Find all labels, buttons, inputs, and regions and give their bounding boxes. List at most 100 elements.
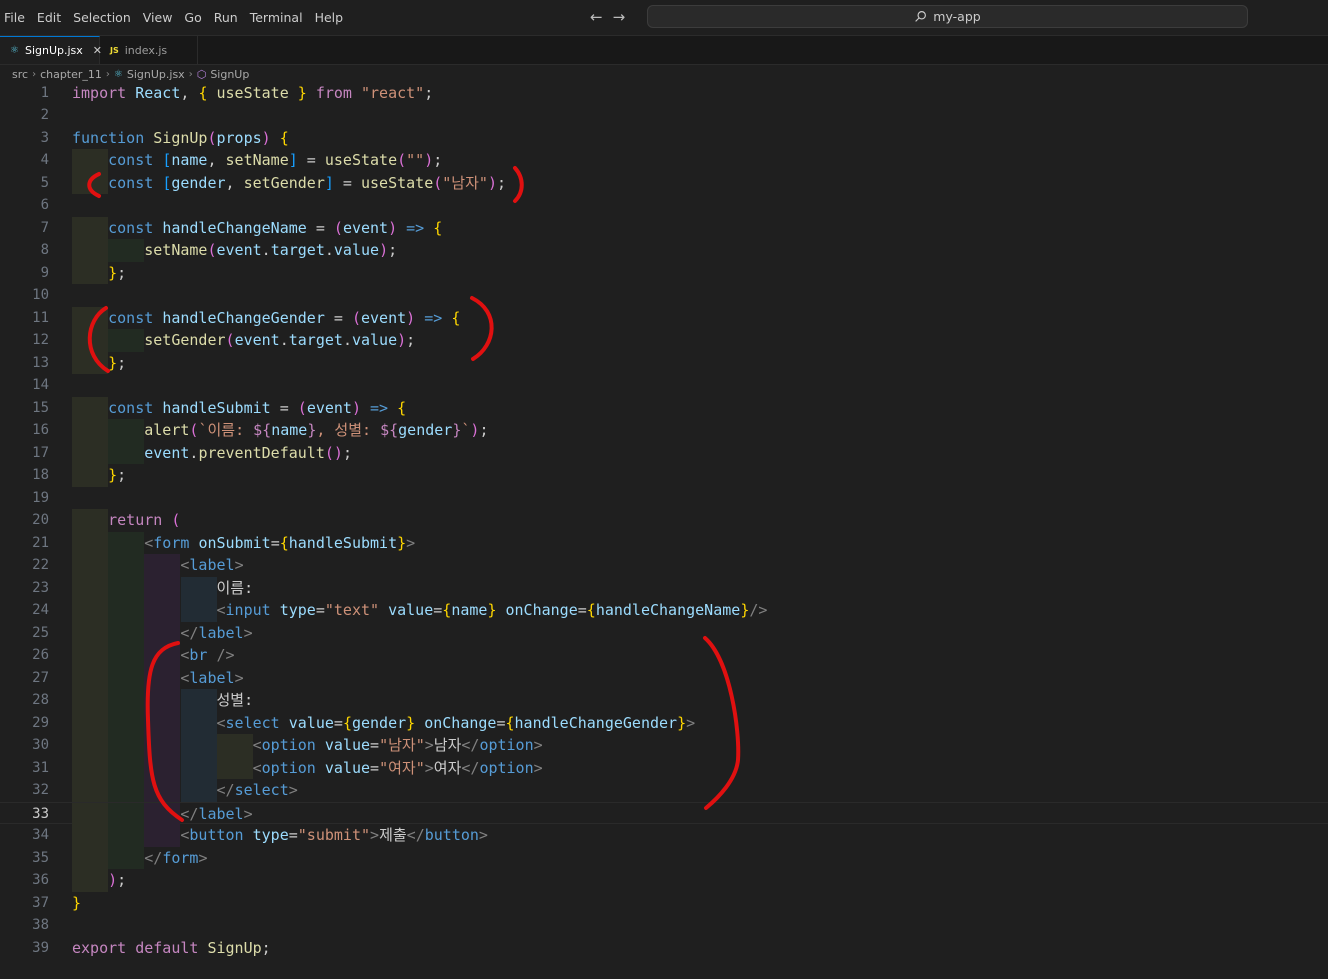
code-line[interactable]: 3 function SignUp(props) { bbox=[0, 127, 1328, 150]
code-text: 이름: bbox=[72, 578, 254, 597]
menu-go[interactable]: Go bbox=[180, 0, 209, 35]
code-line[interactable]: 12 setGender(event.target.value); bbox=[0, 329, 1328, 352]
line-number: 38 bbox=[32, 917, 49, 933]
code-text: const [gender, setGender] = useState("남자… bbox=[108, 173, 507, 192]
breadcrumb-item[interactable]: src bbox=[12, 68, 28, 81]
code-line[interactable]: 6 bbox=[0, 194, 1328, 217]
code-line[interactable]: 21 <form onSubmit={handleSubmit}> bbox=[0, 531, 1328, 554]
menu-view[interactable]: View bbox=[139, 0, 181, 35]
code-line[interactable]: 15 const handleSubmit = (event) => { bbox=[0, 396, 1328, 419]
tab-index-js[interactable]: JS index.js bbox=[100, 36, 198, 64]
title-bar: File Edit Selection View Go Run Terminal… bbox=[0, 0, 1328, 36]
code-line[interactable]: 16 alert(`이름: ${name}, 성별: ${gender}`); bbox=[0, 419, 1328, 442]
code-line[interactable]: 24 <input type="text" value={name} onCha… bbox=[0, 599, 1328, 622]
code-line[interactable]: 17 event.preventDefault(); bbox=[0, 441, 1328, 464]
back-arrow-icon[interactable]: ← bbox=[590, 8, 603, 26]
code-line[interactable]: 1 import React, { useState } from "react"… bbox=[0, 82, 1328, 105]
code-line[interactable]: 9 }; bbox=[0, 261, 1328, 284]
line-number: 33 bbox=[32, 805, 49, 822]
menu-bar: File Edit Selection View Go Run Terminal… bbox=[0, 0, 351, 35]
code-text: <option value="여자">여자</option> bbox=[252, 758, 543, 777]
code-line[interactable]: 22 <label> bbox=[0, 554, 1328, 577]
line-number: 31 bbox=[32, 759, 49, 776]
line-number: 21 bbox=[32, 534, 49, 551]
line-number: 5 bbox=[40, 174, 49, 191]
code-text: setName(event.target.value); bbox=[144, 241, 398, 259]
code-line[interactable]: 13 }; bbox=[0, 351, 1328, 374]
code-line[interactable]: 18 }; bbox=[0, 464, 1328, 487]
code-text: <input type="text" value={name} onChange… bbox=[216, 601, 768, 619]
line-number: 22 bbox=[32, 557, 49, 573]
line-number: 14 bbox=[32, 377, 49, 393]
code-line[interactable]: 37} bbox=[0, 892, 1328, 915]
menu-terminal[interactable]: Terminal bbox=[246, 0, 311, 35]
code-line[interactable]: 8 setName(event.target.value); bbox=[0, 239, 1328, 262]
line-number: 16 bbox=[32, 422, 49, 438]
menu-run[interactable]: Run bbox=[210, 0, 246, 35]
line-number: 25 bbox=[32, 624, 49, 641]
code-line[interactable]: 10 bbox=[0, 284, 1328, 307]
code-line[interactable]: 36 ); bbox=[0, 869, 1328, 892]
code-line[interactable]: 5 const [gender, setGender] = useState("… bbox=[0, 171, 1328, 194]
code-line[interactable]: 2 bbox=[0, 104, 1328, 127]
code-line[interactable]: 39 export default SignUp; bbox=[0, 937, 1328, 960]
line-number: 32 bbox=[32, 782, 49, 798]
code-line[interactable]: 4 const [name, setName] = useState(""); bbox=[0, 149, 1328, 172]
menu-selection[interactable]: Selection bbox=[69, 0, 139, 35]
code-line[interactable]: 27 <label> bbox=[0, 666, 1328, 689]
breadcrumb-item[interactable]: SignUp.jsx bbox=[127, 68, 185, 81]
code-text: <form onSubmit={handleSubmit}> bbox=[144, 533, 416, 552]
code-text: return ( bbox=[108, 511, 181, 529]
breadcrumb-item[interactable]: SignUp bbox=[210, 68, 249, 81]
command-center-search[interactable]: my-app bbox=[647, 5, 1248, 28]
code-line[interactable]: 26 <br /> bbox=[0, 644, 1328, 667]
tab-signup-jsx[interactable]: ⚛ SignUp.jsx ✕ bbox=[0, 36, 102, 64]
code-line[interactable]: 31 <option value="여자">여자</option> bbox=[0, 756, 1328, 779]
code-line[interactable]: 11 const handleChangeGender = (event) =>… bbox=[0, 306, 1328, 329]
forward-arrow-icon[interactable]: → bbox=[613, 8, 626, 26]
line-number: 9 bbox=[40, 264, 49, 281]
code-editor[interactable]: 1 import React, { useState } from "react"… bbox=[0, 81, 1328, 979]
code-line[interactable]: 32 </select> bbox=[0, 779, 1328, 802]
code-text: }; bbox=[108, 353, 127, 372]
code-text: <label> bbox=[180, 556, 244, 574]
line-number: 18 bbox=[32, 467, 49, 483]
code-line[interactable]: 14 bbox=[0, 374, 1328, 397]
code-line[interactable]: 25 </label> bbox=[0, 621, 1328, 644]
code-text: 성별: bbox=[72, 691, 254, 709]
line-number: 6 bbox=[40, 197, 49, 213]
react-icon: ⚛ bbox=[113, 68, 123, 80]
breadcrumb: src › chapter_11 › ⚛ SignUp.jsx › ⬡ Sign… bbox=[12, 66, 249, 82]
code-text: const handleChangeName = (event) => { bbox=[108, 218, 443, 237]
symbol-component-icon: ⬡ bbox=[196, 67, 207, 81]
code-line[interactable]: 23 이름: bbox=[0, 576, 1328, 599]
menu-file[interactable]: File bbox=[0, 0, 33, 35]
code-line[interactable]: 38 bbox=[0, 914, 1328, 937]
chevron-right-icon: › bbox=[32, 68, 37, 80]
code-line[interactable]: 30 <option value="남자">남자</option> bbox=[0, 734, 1328, 757]
code-line[interactable]: 35 </form> bbox=[0, 846, 1328, 869]
search-icon bbox=[915, 11, 927, 22]
chevron-right-icon: › bbox=[105, 68, 110, 80]
code-text: } bbox=[72, 893, 82, 912]
code-line[interactable]: 19 bbox=[0, 487, 1328, 510]
line-number: 36 bbox=[32, 872, 49, 888]
menu-edit[interactable]: Edit bbox=[33, 0, 69, 35]
breadcrumb-item[interactable]: chapter_11 bbox=[40, 68, 102, 81]
code-line[interactable]: 7 const handleChangeName = (event) => { bbox=[0, 216, 1328, 239]
menu-help[interactable]: Help bbox=[311, 0, 352, 35]
line-number: 12 bbox=[32, 332, 49, 348]
line-number: 15 bbox=[32, 399, 49, 416]
tab-label: index.js bbox=[124, 43, 168, 57]
code-line[interactable]: 20 return ( bbox=[0, 509, 1328, 532]
code-line[interactable]: 28 성별: bbox=[0, 689, 1328, 712]
code-line[interactable]: 34 <button type="submit">제출</button> bbox=[0, 824, 1328, 847]
line-number: 8 bbox=[40, 242, 49, 258]
code-line[interactable]: 29 <select value={gender} onChange={hand… bbox=[0, 711, 1328, 734]
line-number: 7 bbox=[40, 219, 49, 236]
line-number: 27 bbox=[32, 669, 49, 686]
line-number: 24 bbox=[32, 602, 49, 618]
code-text: <button type="submit">제출</button> bbox=[180, 826, 488, 844]
code-text: setGender(event.target.value); bbox=[144, 331, 416, 349]
code-line[interactable]: 33 </label> bbox=[0, 801, 1328, 825]
